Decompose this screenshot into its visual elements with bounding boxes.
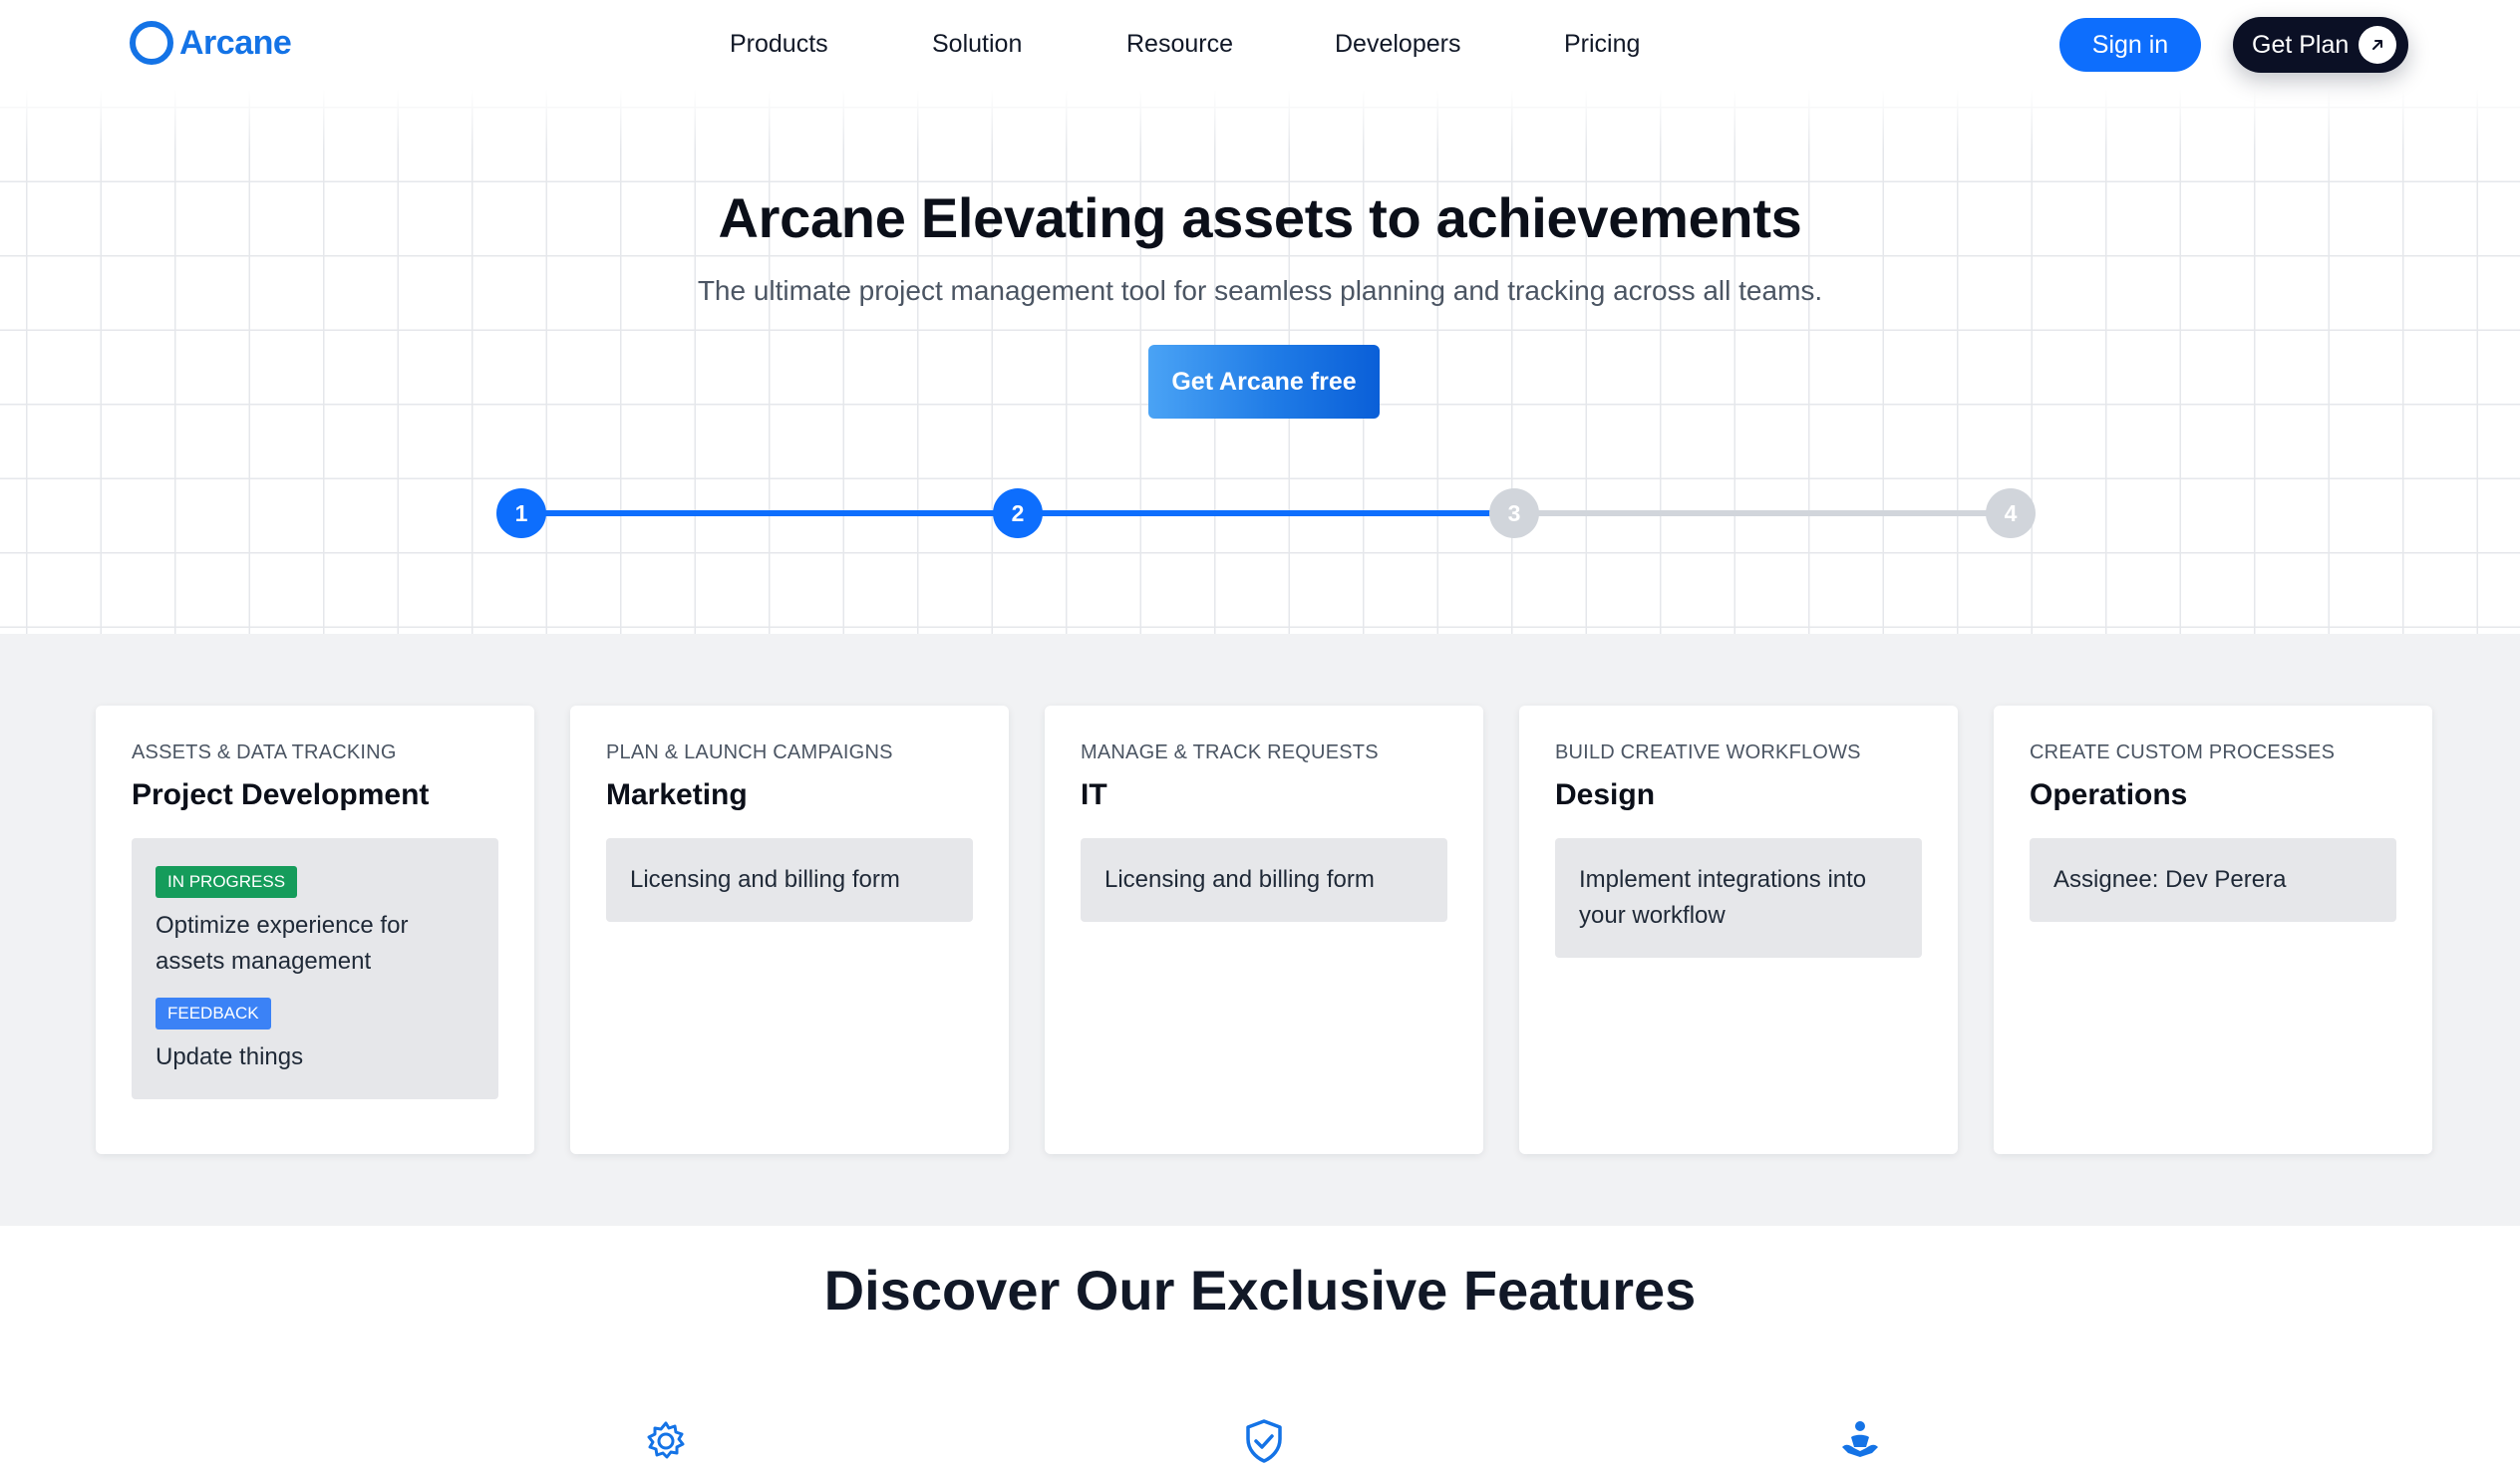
- hero-subtitle: The ultimate project management tool for…: [697, 275, 1823, 306]
- nav-solution[interactable]: Solution: [932, 26, 1126, 62]
- cta-label: Get Arcane free: [1171, 367, 1357, 396]
- step-1-label: 1: [514, 499, 528, 526]
- card-kicker: BUILD CREATIVE WORKFLOWS: [1555, 741, 1861, 763]
- task-item[interactable]: Licensing and billing form: [606, 838, 973, 922]
- brand-logo[interactable]: Arcane: [130, 18, 292, 68]
- meditation-person-icon: [1836, 1417, 1884, 1465]
- step-4-label: 4: [2004, 499, 2018, 526]
- step-connector-3: [1514, 510, 2011, 516]
- step-4[interactable]: 4: [1986, 488, 2036, 538]
- card-design[interactable]: BUILD CREATIVE WORKFLOWS Design Implemen…: [1519, 706, 1958, 1154]
- task-list: IN PROGRESS Optimize experience for asse…: [132, 838, 498, 1099]
- step-connector-2: [1018, 510, 1514, 516]
- card-marketing[interactable]: PLAN & LAUNCH CAMPAIGNS Marketing Licens…: [570, 706, 1009, 1154]
- logo-ring-icon: [130, 21, 173, 65]
- card-operations[interactable]: CREATE CUSTOM PROCESSES Operations Assig…: [1994, 706, 2432, 1154]
- card-kicker: ASSETS & DATA TRACKING: [132, 741, 397, 763]
- sign-in-label: Sign in: [2091, 30, 2169, 59]
- card-it[interactable]: MANAGE & TRACK REQUESTS IT Licensing and…: [1045, 706, 1483, 1154]
- get-plan-button[interactable]: Get Plan: [2233, 17, 2408, 73]
- nav-developers[interactable]: Developers: [1335, 26, 1564, 62]
- brand-name: Arcane: [179, 23, 292, 62]
- step-2[interactable]: 2: [993, 488, 1043, 538]
- card-kicker: CREATE CUSTOM PROCESSES: [2030, 741, 2336, 763]
- task-item[interactable]: Update things: [156, 1039, 474, 1075]
- task-item[interactable]: Optimize experience for assets managemen…: [156, 908, 474, 980]
- card-title: Operations: [2030, 778, 2188, 811]
- features-title: Discover Our Exclusive Features: [823, 1259, 1697, 1322]
- arrow-up-right-icon: [2359, 26, 2397, 64]
- card-project-development[interactable]: ASSETS & DATA TRACKING Project Developme…: [96, 706, 534, 1154]
- hero-title: Arcane Elevating assets to achievements: [718, 186, 1802, 249]
- step-3[interactable]: 3: [1489, 488, 1539, 538]
- site-header: Arcane Products Solution Resource Develo…: [0, 0, 2520, 90]
- team-cards-section: ASSETS & DATA TRACKING Project Developme…: [0, 634, 2520, 1226]
- hero-grid-fade: [0, 90, 2520, 149]
- nav-products[interactable]: Products: [730, 26, 932, 62]
- step-2-label: 2: [1011, 499, 1025, 526]
- shield-check-icon: [1240, 1417, 1288, 1465]
- card-kicker: PLAN & LAUNCH CAMPAIGNS: [606, 741, 893, 763]
- step-1[interactable]: 1: [496, 488, 546, 538]
- task-item[interactable]: Licensing and billing form: [1081, 838, 1447, 922]
- status-badge-in-progress: IN PROGRESS: [156, 866, 298, 898]
- status-badge-feedback: FEEDBACK: [156, 998, 271, 1029]
- card-title: IT: [1081, 778, 1107, 811]
- nav-pricing[interactable]: Pricing: [1564, 26, 1640, 62]
- card-title: Project Development: [132, 778, 430, 811]
- main-nav: Products Solution Resource Developers Pr…: [730, 26, 1640, 62]
- step-3-label: 3: [1507, 499, 1521, 526]
- hero-section: Arcane Elevating assets to achievements …: [0, 90, 2520, 634]
- step-connector-1: [521, 510, 1018, 516]
- card-title: Marketing: [606, 778, 748, 811]
- progress-stepper: 1 2 3 4: [496, 488, 2036, 538]
- sign-in-button[interactable]: Sign in: [2059, 18, 2201, 72]
- get-plan-label: Get Plan: [2252, 30, 2350, 59]
- gear-icon: [642, 1417, 690, 1465]
- get-arcane-free-button[interactable]: Get Arcane free: [1148, 345, 1380, 419]
- card-title: Design: [1555, 778, 1656, 811]
- nav-resource[interactable]: Resource: [1126, 26, 1335, 62]
- task-item[interactable]: Implement integrations into your workflo…: [1555, 838, 1922, 958]
- task-item[interactable]: Assignee: Dev Perera: [2030, 838, 2396, 922]
- card-kicker: MANAGE & TRACK REQUESTS: [1081, 741, 1379, 763]
